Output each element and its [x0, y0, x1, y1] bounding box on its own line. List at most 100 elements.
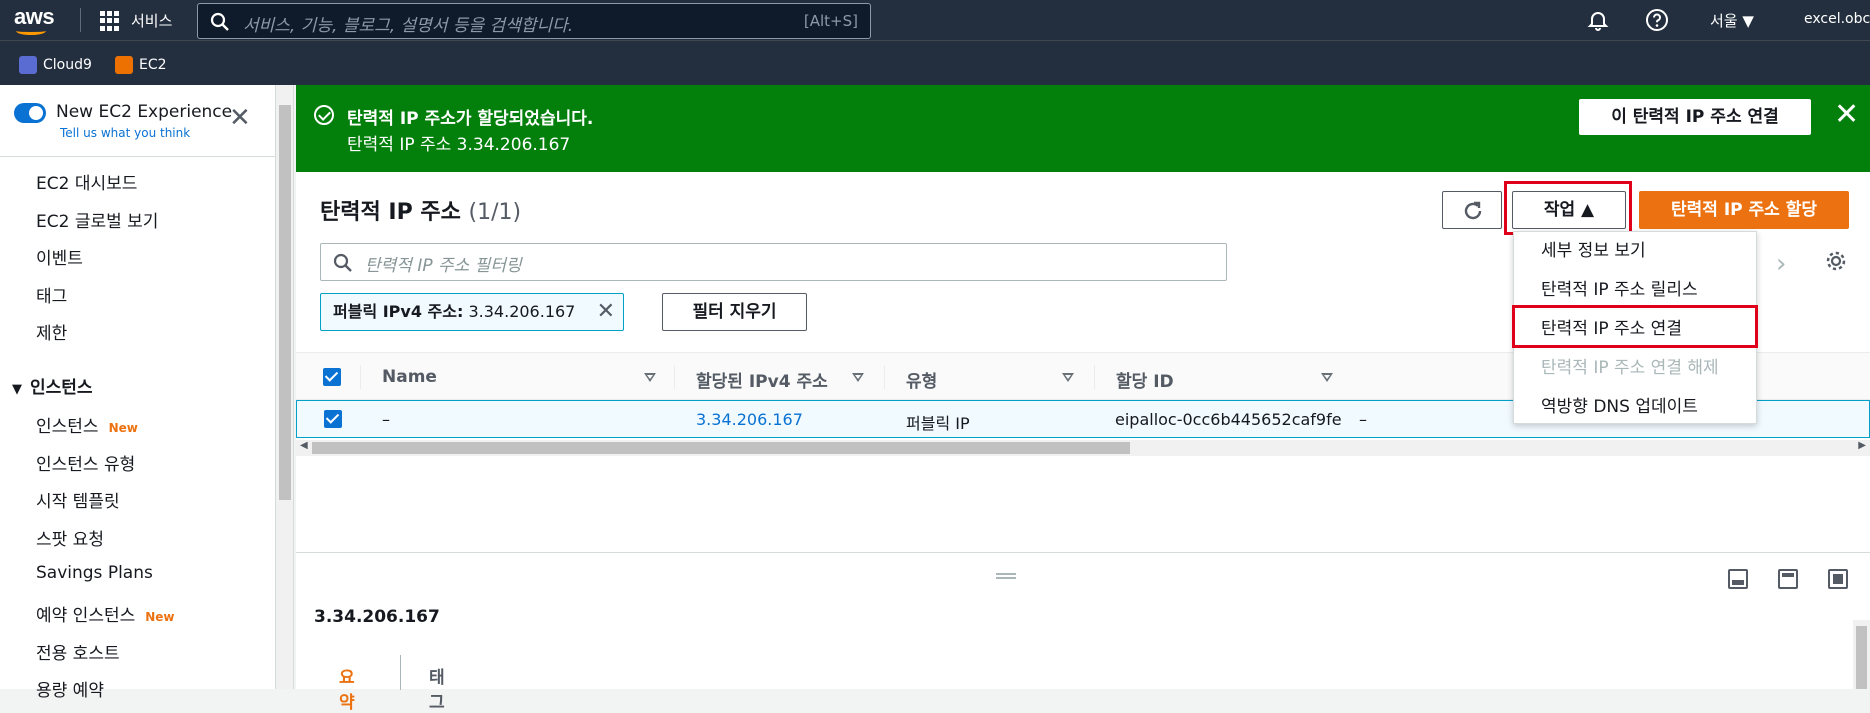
- search-icon: [210, 12, 229, 31]
- filter-token-key: 퍼블릭 IPv4 주소:: [333, 302, 464, 321]
- sidebar-item-dashboard[interactable]: EC2 대시보드: [36, 169, 137, 194]
- sidebar-item-instance-types[interactable]: 인스턴스 유형: [36, 450, 135, 475]
- associate-this-ip-button[interactable]: 이 탄력적 IP 주소 연결: [1579, 99, 1811, 135]
- account-menu[interactable]: excel.obco: [1804, 11, 1870, 27]
- scrollbar-thumb[interactable]: [312, 442, 1130, 454]
- menu-item-release-ip[interactable]: 탄력적 IP 주소 릴리스: [1541, 275, 1698, 300]
- divider: [80, 8, 81, 32]
- cell-name: –: [382, 410, 390, 429]
- refresh-icon: [1464, 201, 1482, 220]
- global-search-input[interactable]: 서비스, 기능, 블로그, 설명서 등을 검색합니다. [Alt+S]: [197, 3, 871, 39]
- success-flash-banner: 탄력적 IP 주소가 할당되었습니다. 탄력적 IP 주소 3.34.206.1…: [296, 85, 1870, 172]
- sidebar-scrollbar[interactable]: [276, 85, 294, 689]
- filter-placeholder: 탄력적 IP 주소 필터링: [365, 256, 522, 276]
- sidebar-item-dedicated-hosts[interactable]: 전용 호스트: [36, 639, 120, 664]
- column-header-allocation-id[interactable]: 할당 ID: [1116, 367, 1174, 392]
- divider: [400, 655, 401, 690]
- divider: [0, 156, 276, 157]
- sort-icon[interactable]: [644, 373, 656, 382]
- sidebar-item-instances[interactable]: 인스턴스 New: [36, 412, 138, 437]
- sidebar-item-spot-requests[interactable]: 스팟 요청: [36, 525, 104, 550]
- favorite-label: Cloud9: [43, 57, 92, 73]
- scroll-left-icon[interactable]: ◀: [300, 440, 308, 451]
- column-header-name[interactable]: Name: [382, 367, 437, 387]
- layout-side-icon[interactable]: [1778, 569, 1798, 589]
- sort-icon[interactable]: [1062, 373, 1074, 382]
- sidebar-section-instances[interactable]: ▼ 인스턴스: [12, 373, 93, 398]
- new-badge: New: [108, 421, 138, 435]
- divider: [884, 365, 885, 389]
- scrollbar-thumb[interactable]: [279, 105, 291, 500]
- favorites-bar: [0, 40, 1870, 85]
- region-selector[interactable]: 서울 ▼: [1710, 10, 1754, 31]
- cell-5: –: [1359, 410, 1367, 429]
- close-icon[interactable]: ✕: [1834, 100, 1859, 130]
- cloud9-icon: [19, 56, 37, 74]
- sidebar-item-global-view[interactable]: EC2 글로벌 보기: [36, 207, 158, 232]
- highlight-box: [1512, 305, 1758, 348]
- new-experience-toggle[interactable]: [14, 103, 46, 123]
- feedback-link[interactable]: Tell us what you think: [60, 126, 190, 140]
- new-badge: New: [145, 610, 175, 624]
- sidebar-item-savings-plans[interactable]: Savings Plans: [36, 563, 153, 583]
- resize-handle-icon[interactable]: [996, 573, 1016, 579]
- search-shortcut: [Alt+S]: [803, 12, 858, 30]
- sidebar-item-events[interactable]: 이벤트: [36, 244, 83, 269]
- menu-item-update-reverse-dns[interactable]: 역방향 DNS 업데이트: [1541, 392, 1698, 417]
- clear-filters-button[interactable]: 필터 지우기: [662, 293, 807, 331]
- sort-icon[interactable]: [1321, 373, 1333, 382]
- ec2-icon: [115, 56, 133, 74]
- filter-input[interactable]: 탄력적 IP 주소 필터링: [320, 243, 1227, 281]
- item-count: (1/1): [468, 200, 522, 225]
- aws-logo-smile-icon: [16, 27, 46, 35]
- sort-icon[interactable]: [852, 373, 864, 382]
- services-grid-icon[interactable]: [100, 11, 120, 31]
- allocate-elastic-ip-button[interactable]: 탄력적 IP 주소 할당: [1639, 191, 1849, 229]
- sidebar-item-tags[interactable]: 태그: [36, 282, 67, 307]
- tab-summary[interactable]: 요약: [339, 663, 355, 713]
- remove-filter-icon[interactable]: ✕: [597, 294, 615, 330]
- new-experience-label: New EC2 Experience: [56, 102, 233, 122]
- filter-token: 퍼블릭 IPv4 주소: 3.34.206.167 ✕: [320, 293, 624, 331]
- scrollbar-thumb[interactable]: [1856, 626, 1867, 689]
- settings-gear-icon[interactable]: [1825, 250, 1847, 272]
- close-icon[interactable]: ✕: [229, 105, 251, 131]
- menu-item-view-details[interactable]: 세부 정보 보기: [1541, 236, 1646, 261]
- column-header-type[interactable]: 유형: [906, 367, 937, 392]
- divider: [1094, 365, 1095, 389]
- row-checkbox[interactable]: [324, 410, 342, 428]
- page-title: 탄력적 IP 주소 (1/1): [320, 194, 521, 226]
- favorite-ec2[interactable]: EC2: [115, 56, 167, 74]
- page-title-text: 탄력적 IP 주소: [320, 200, 461, 225]
- favorite-cloud9[interactable]: Cloud9: [19, 56, 92, 74]
- cell-type: 퍼블릭 IP: [906, 414, 970, 433]
- cell-ipv4-link[interactable]: 3.34.206.167: [696, 410, 803, 429]
- sidebar-item-reserved-instances[interactable]: 예약 인스턴스 New: [36, 601, 175, 626]
- favorite-label: EC2: [139, 57, 167, 73]
- menu-item-disassociate-ip: 탄력적 IP 주소 연결 해제: [1541, 358, 1719, 378]
- divider: [674, 365, 675, 389]
- search-placeholder: 서비스, 기능, 블로그, 설명서 등을 검색합니다.: [243, 16, 574, 36]
- select-all-checkbox[interactable]: [323, 368, 341, 386]
- sidebar-item-launch-templates[interactable]: 시작 템플릿: [36, 487, 120, 512]
- filter-token-value: 3.34.206.167: [468, 302, 576, 321]
- next-page-icon[interactable]: ›: [1776, 249, 1786, 279]
- sidebar-item-label: 인스턴스: [36, 417, 99, 437]
- divider: [360, 365, 361, 389]
- horizontal-scrollbar[interactable]: ◀ ▶: [296, 440, 1870, 456]
- notifications-bell-icon[interactable]: [1586, 8, 1610, 32]
- refresh-button[interactable]: [1442, 191, 1502, 229]
- sidebar-item-limits[interactable]: 제한: [36, 319, 67, 344]
- layout-bottom-icon[interactable]: [1728, 569, 1748, 589]
- details-split-panel: 3.34.206.167 요약 태그: [296, 552, 1870, 713]
- column-header-ipv4[interactable]: 할당된 IPv4 주소: [696, 367, 828, 392]
- services-menu-button[interactable]: 서비스: [131, 10, 172, 31]
- details-scrollbar[interactable]: [1853, 620, 1870, 689]
- help-icon[interactable]: [1645, 8, 1669, 32]
- tab-tags[interactable]: 태그: [429, 663, 445, 713]
- layout-full-icon[interactable]: [1828, 569, 1848, 589]
- sidebar-section-label: 인스턴스: [30, 378, 93, 398]
- highlight-box: [1504, 181, 1632, 235]
- cell-allocation-id: eipalloc-0cc6b445652caf9fe: [1115, 410, 1342, 429]
- scroll-right-icon[interactable]: ▶: [1858, 440, 1866, 451]
